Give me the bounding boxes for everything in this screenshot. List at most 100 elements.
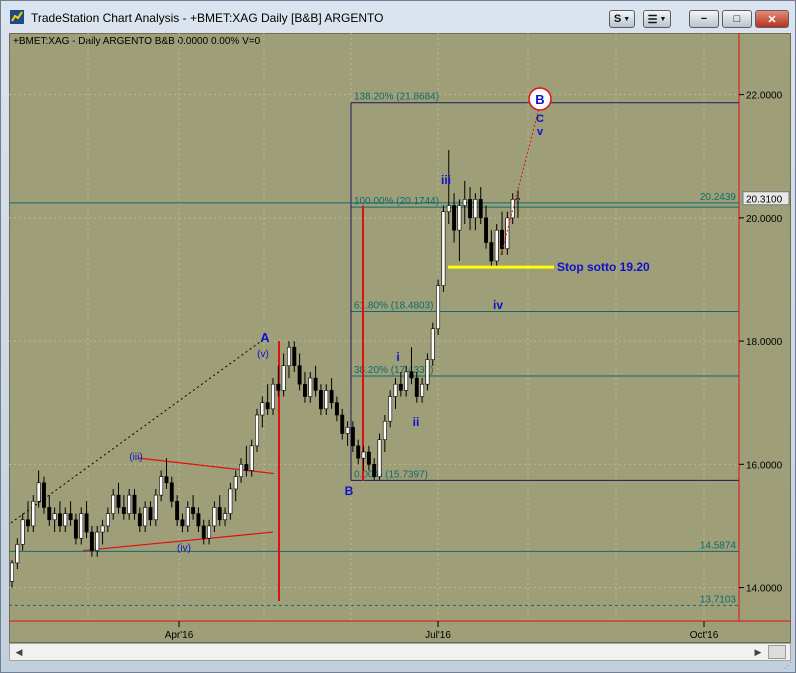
- candle-up: [271, 383, 275, 410]
- candle-up: [255, 414, 259, 447]
- candle-up: [127, 494, 132, 514]
- horizontal-scrollbar[interactable]: ◀ ▶: [9, 643, 791, 661]
- candle-down: [372, 464, 377, 477]
- fibonacci-label: 0.00% (15.7397): [354, 469, 428, 480]
- candle-down: [148, 507, 153, 521]
- candle-up: [159, 476, 164, 496]
- candle-down: [366, 451, 371, 465]
- candle-down: [484, 217, 488, 243]
- candle-down: [478, 199, 483, 219]
- last-price-label: 20.3100: [746, 195, 783, 206]
- candle-up: [239, 464, 243, 477]
- candle-up: [425, 359, 430, 385]
- candle-down: [137, 513, 142, 527]
- candle-up: [100, 525, 105, 533]
- candle-down: [175, 500, 180, 521]
- candle-up: [260, 402, 265, 416]
- candle-down: [164, 476, 169, 484]
- candle-up: [15, 544, 20, 564]
- candle-up: [494, 229, 499, 262]
- candle-down: [398, 383, 403, 391]
- fibonacci-label: 138.20% (21.8684): [354, 92, 439, 103]
- projection-line: [500, 100, 542, 255]
- wave-label-iv: iv: [493, 298, 503, 312]
- candle-down: [42, 482, 46, 508]
- candle-up: [31, 500, 36, 527]
- candle-down: [313, 377, 318, 391]
- candle-up: [212, 507, 217, 527]
- candle-down: [489, 242, 494, 262]
- candle-up: [111, 494, 116, 514]
- candle-up: [52, 513, 57, 521]
- fibonacci-label: 61.80% (18.4803): [354, 300, 434, 311]
- candle-up: [281, 365, 286, 391]
- candle-up: [324, 390, 329, 410]
- candle-down: [116, 494, 121, 508]
- candle-down: [191, 507, 196, 514]
- candle-down: [350, 427, 355, 447]
- scroll-thumb[interactable]: [768, 645, 786, 659]
- candle-down: [265, 402, 270, 410]
- y-tick-label: 22.0000: [746, 91, 783, 102]
- level-label: 13.7103: [700, 594, 737, 605]
- candle-up: [430, 328, 435, 360]
- candle-up: [249, 445, 254, 471]
- candle-down: [334, 402, 339, 416]
- candle-up: [420, 383, 425, 397]
- candle-down: [57, 513, 62, 527]
- y-tick-label: 14.0000: [746, 584, 783, 595]
- candle-down: [276, 383, 281, 391]
- candle-down: [68, 513, 73, 521]
- candle-up: [377, 439, 382, 477]
- scroll-right-arrow-icon[interactable]: ▶: [750, 645, 766, 659]
- candle-up: [361, 451, 366, 459]
- candle-down: [297, 365, 302, 385]
- wave-label-ii: ii: [413, 415, 420, 429]
- candle-up: [153, 494, 158, 521]
- candle-down: [89, 531, 94, 551]
- candle-up: [345, 427, 350, 434]
- candle-up: [382, 420, 387, 440]
- candle-up: [185, 507, 190, 527]
- candle-down: [414, 377, 419, 397]
- candle-up: [228, 488, 233, 514]
- candle-down: [217, 507, 222, 521]
- fibonacci-label: 38.20% (17.4337): [354, 365, 434, 376]
- candle-up: [105, 513, 110, 527]
- wave-label-A: A: [260, 330, 270, 345]
- level-label: 14.5874: [700, 540, 737, 551]
- triangle-upper-line: [138, 457, 275, 475]
- price-chart[interactable]: 22.0000 20.0000 18.0000 16.0000 14.0000 Apr'1…: [1, 1, 796, 673]
- candle-up: [10, 562, 14, 582]
- chart-window: TradeStation Chart Analysis - +BMET:XAG …: [0, 0, 796, 673]
- scroll-left-arrow-icon[interactable]: ◀: [11, 645, 27, 659]
- wave-label-C: C: [536, 113, 544, 125]
- candle-up: [233, 476, 238, 490]
- candle-up: [505, 217, 510, 249]
- candle-down: [169, 482, 174, 502]
- candle-up: [207, 525, 212, 539]
- candle-up: [441, 211, 446, 286]
- candle-down: [196, 513, 201, 527]
- candle-down: [318, 390, 323, 410]
- candle-up: [388, 396, 393, 422]
- candle-down: [132, 494, 137, 514]
- candle-up: [223, 513, 228, 521]
- candle-up: [457, 205, 462, 231]
- candle-up: [287, 346, 291, 367]
- candle-up: [393, 383, 398, 397]
- candle-up: [516, 198, 520, 201]
- candle-down: [468, 199, 473, 219]
- wave-label-v-paren: (v): [257, 349, 269, 360]
- wave-label-B: B: [345, 484, 354, 498]
- candle-up: [404, 371, 409, 391]
- resize-grip-icon[interactable]: ⋰: [784, 661, 792, 670]
- candle-up: [462, 199, 467, 206]
- y-tick-label: 20.0000: [746, 214, 783, 225]
- candle-down: [302, 383, 307, 397]
- candle-down: [26, 519, 30, 527]
- candle-up: [473, 199, 478, 219]
- candle-up: [446, 205, 451, 212]
- candle-down: [452, 205, 457, 231]
- y-tick-label: 16.0000: [746, 460, 783, 471]
